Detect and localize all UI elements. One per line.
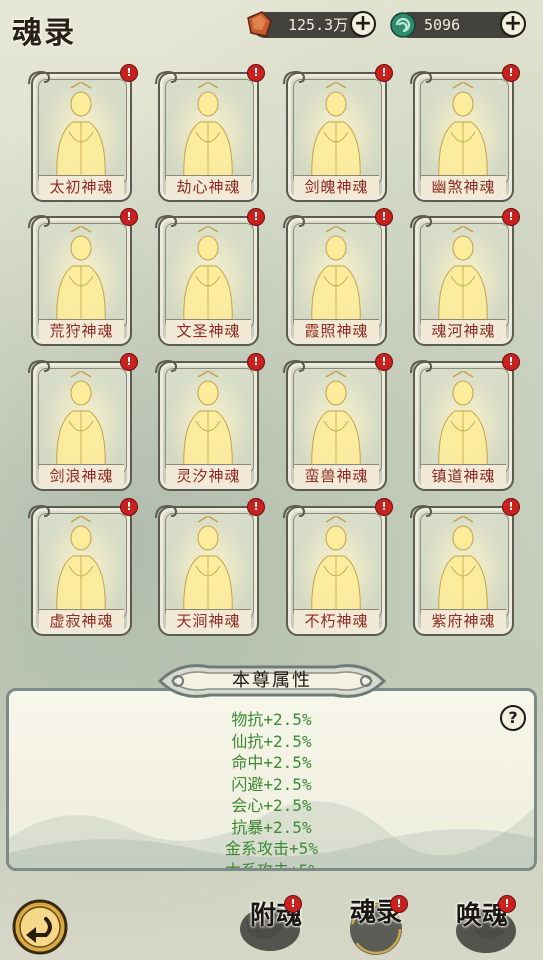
soul-card[interactable]: 劫心神魂!: [155, 64, 265, 202]
soul-card[interactable]: 剑魄神魂!: [283, 64, 393, 202]
card-name: 虚寂神魂: [39, 609, 124, 632]
notification-badge: !: [247, 208, 265, 226]
help-button[interactable]: ?: [500, 705, 526, 731]
soul-card[interactable]: 灵汐神魂!: [155, 353, 265, 491]
attribute-item: 闪避+2.5%: [231, 774, 312, 794]
nav-summon-soul[interactable]: 唤魂 !: [446, 893, 522, 955]
attribute-item: 木系攻击+5%: [225, 860, 318, 871]
soul-card[interactable]: 剑浪神魂!: [28, 353, 138, 491]
soul-silhouette-icon: [438, 82, 488, 180]
notification-badge: !: [375, 64, 393, 82]
notification-badge: !: [502, 498, 520, 516]
add-gem-button[interactable]: +: [350, 11, 376, 37]
jade-amount: 5096: [424, 16, 461, 34]
soul-silhouette-icon: [438, 226, 488, 324]
attribute-item: 物抗+2.5%: [231, 710, 312, 729]
notification-badge: !: [502, 208, 520, 226]
soul-silhouette-icon: [56, 226, 106, 324]
soul-silhouette-icon: [183, 82, 233, 180]
notification-badge: !: [284, 895, 302, 913]
soul-silhouette-icon: [56, 371, 106, 469]
gem-resource: 125.3万 +: [247, 11, 376, 38]
card-name: 蛮兽神魂: [294, 464, 379, 487]
soul-silhouette-icon: [56, 82, 106, 180]
card-name: 剑魄神魂: [294, 175, 379, 198]
soul-card[interactable]: 蛮兽神魂!: [283, 353, 393, 491]
attribute-item: 仙抗+2.5%: [231, 731, 312, 751]
notification-badge: !: [120, 498, 138, 516]
soul-silhouette-icon: [56, 516, 106, 614]
attribute-item: 金系攻击+5%: [225, 839, 318, 858]
notification-badge: !: [375, 498, 393, 516]
soul-silhouette-icon: [183, 226, 233, 324]
notification-badge: !: [498, 895, 516, 913]
notification-badge: !: [247, 498, 265, 516]
attribute-item: 会心+2.5%: [231, 796, 312, 815]
soul-silhouette-icon: [311, 371, 361, 469]
panel-title: 本尊属性: [232, 670, 312, 691]
add-jade-button[interactable]: +: [500, 11, 526, 37]
soul-card[interactable]: 荒狩神魂!: [28, 208, 138, 346]
notification-badge: !: [120, 208, 138, 226]
soul-silhouette-icon: [311, 516, 361, 614]
notification-badge: !: [390, 895, 408, 913]
soul-card[interactable]: 霞照神魂!: [283, 208, 393, 346]
card-name: 霞照神魂: [294, 319, 379, 342]
notification-badge: !: [247, 353, 265, 371]
soul-silhouette-icon: [438, 516, 488, 614]
card-name: 剑浪神魂: [39, 464, 124, 487]
card-name: 荒狩神魂: [39, 319, 124, 342]
soul-card[interactable]: 不朽神魂!: [283, 498, 393, 636]
notification-badge: !: [120, 64, 138, 82]
notification-badge: !: [120, 353, 138, 371]
gem-amount: 125.3万: [288, 16, 349, 34]
soul-silhouette-icon: [311, 226, 361, 324]
soul-card[interactable]: 镇道神魂!: [410, 353, 520, 491]
notification-badge: !: [502, 353, 520, 371]
attribute-panel: 物抗+2.5% 仙抗+2.5% 命中+2.5% 闪避+2.5% 会心+2.5% 抗暴+2.…: [6, 688, 537, 871]
notification-badge: !: [502, 64, 520, 82]
card-name: 魂河神魂: [421, 319, 506, 342]
soul-card[interactable]: 文圣神魂!: [155, 208, 265, 346]
soul-silhouette-icon: [438, 371, 488, 469]
soul-card[interactable]: 紫府神魂!: [410, 498, 520, 636]
card-name: 劫心神魂: [166, 175, 251, 198]
card-name: 天涧神魂: [166, 609, 251, 632]
attribute-item: 抗暴+2.5%: [231, 817, 312, 837]
back-button[interactable]: [12, 899, 68, 955]
card-name: 幽煞神魂: [421, 175, 506, 198]
card-name: 紫府神魂: [421, 609, 506, 632]
soul-silhouette-icon: [183, 516, 233, 614]
soul-card[interactable]: 魂河神魂!: [410, 208, 520, 346]
attribute-list: 物抗+2.5% 仙抗+2.5% 命中+2.5% 闪避+2.5% 会心+2.5% 抗暴+2.…: [9, 709, 534, 871]
soul-card[interactable]: 虚寂神魂!: [28, 498, 138, 636]
soul-silhouette-icon: [183, 371, 233, 469]
card-name: 镇道神魂: [421, 464, 506, 487]
soul-silhouette-icon: [311, 82, 361, 180]
nav-soul-records[interactable]: 魂录 !: [338, 893, 414, 955]
card-name: 不朽神魂: [294, 609, 379, 632]
notification-badge: !: [375, 208, 393, 226]
page-title: 魂录: [12, 16, 76, 51]
red-gem-icon: [247, 11, 272, 37]
soul-card[interactable]: 幽煞神魂!: [410, 64, 520, 202]
jade-coin-icon: [390, 12, 416, 38]
notification-badge: !: [247, 64, 265, 82]
soul-card[interactable]: 太初神魂!: [28, 64, 138, 202]
soul-card[interactable]: 天涧神魂!: [155, 498, 265, 636]
jade-resource: 5096 +: [390, 11, 526, 38]
card-name: 太初神魂: [39, 175, 124, 198]
notification-badge: !: [375, 353, 393, 371]
attribute-item: 命中+2.5%: [231, 753, 312, 772]
nav-attach-soul[interactable]: 附魂 !: [232, 893, 308, 955]
card-name: 文圣神魂: [166, 319, 251, 342]
card-name: 灵汐神魂: [166, 464, 251, 487]
